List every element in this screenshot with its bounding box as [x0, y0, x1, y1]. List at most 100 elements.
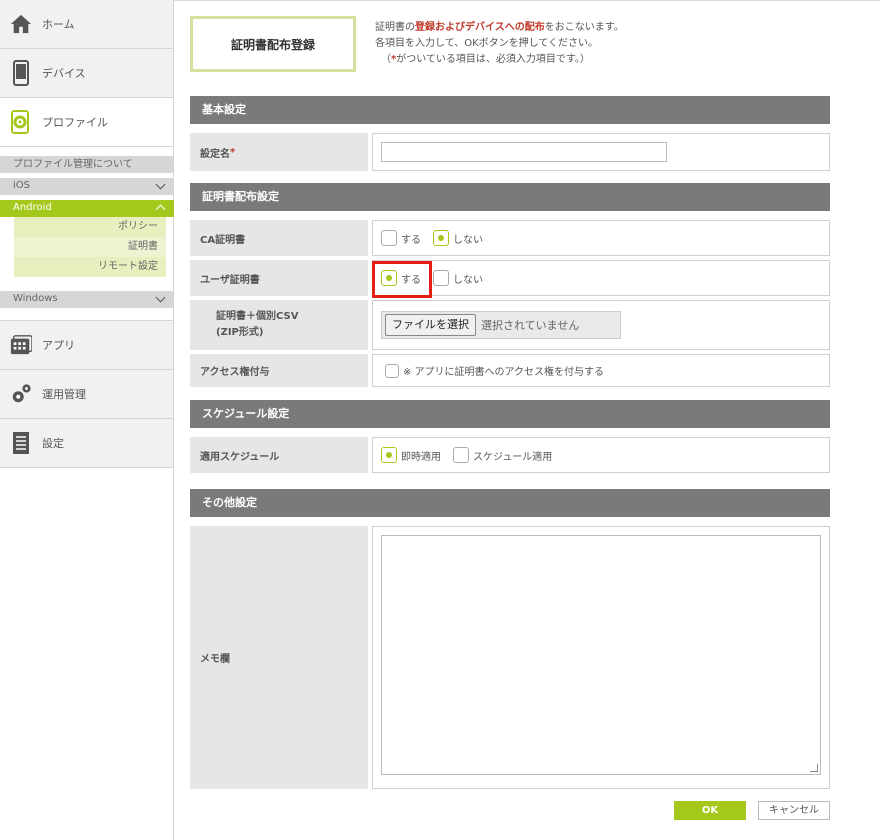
memo-label: メモ欄: [190, 526, 368, 789]
choose-file-button[interactable]: ファイルを選択: [385, 314, 476, 336]
resize-handle-icon[interactable]: [810, 764, 818, 772]
memo-textarea[interactable]: [381, 535, 821, 775]
sidebar-item-policy[interactable]: ポリシー: [14, 217, 166, 237]
radio-unchecked[interactable]: [433, 270, 449, 286]
row-access: アクセス権付与 ※ アプリに証明書へのアクセス権を付与する: [190, 354, 830, 387]
access-cell: ※ アプリに証明書へのアクセス権を付与する: [372, 354, 830, 387]
row-csv: 証明書＋個別CSV (ZIP形式) ファイルを選択 選択されていません: [190, 300, 830, 350]
nav-settings-label: 設定: [42, 437, 64, 450]
radio-checked[interactable]: [381, 447, 397, 463]
user-cert-no-label: しない: [453, 274, 483, 286]
section-other: その他設定: [190, 489, 830, 517]
file-picker[interactable]: ファイルを選択 選択されていません: [381, 311, 621, 339]
user-cert-label: ユーザ証明書: [190, 260, 368, 296]
nav-apps[interactable]: アプリ: [0, 321, 173, 370]
desc-post: をおこないます。: [544, 22, 624, 33]
setting-name-label: 設定名 *: [190, 133, 368, 171]
desc-line-3: （*がついている項目は、必須入力項目です。）: [375, 52, 624, 68]
desc-paren-open: （: [381, 54, 391, 65]
page-title: 証明書配布登録: [190, 16, 356, 72]
user-cert-no-option[interactable]: しない: [433, 270, 483, 286]
nav-profile-label: プロファイル: [42, 116, 108, 129]
sidebar-item-remote-settings[interactable]: リモート設定: [14, 257, 166, 277]
profile-gear-icon: [10, 109, 32, 135]
gears-icon: [10, 381, 32, 407]
home-icon: [10, 11, 32, 37]
setting-name-cell: [372, 133, 830, 171]
nav-operations[interactable]: 運用管理: [0, 370, 173, 419]
row-ca-cert: CA証明書 する しない: [190, 220, 830, 256]
desc-line-1: 証明書の登録およびデバイスへの配布をおこないます。: [375, 20, 624, 36]
csv-label-line1: 証明書＋個別CSV: [216, 311, 299, 322]
android-label: Android: [13, 202, 52, 213]
document-icon: [10, 430, 32, 456]
sidebar-item-android[interactable]: Android: [0, 200, 174, 217]
section-schedule: スケジュール設定: [190, 400, 830, 428]
ca-cert-yes-option[interactable]: する: [381, 230, 421, 246]
spacer: [0, 308, 173, 321]
schedule-later-label: スケジュール適用: [473, 451, 553, 463]
access-label: アクセス権付与: [190, 354, 368, 387]
row-setting-name: 設定名 *: [190, 133, 830, 171]
apps-icon: [10, 332, 32, 358]
schedule-cell: 即時適用 スケジュール適用: [372, 437, 830, 473]
nav-apps-label: アプリ: [42, 339, 75, 352]
schedule-now-label: 即時適用: [401, 451, 441, 463]
nav-settings[interactable]: 設定: [0, 419, 173, 468]
ok-button[interactable]: OK: [674, 801, 746, 820]
desc-line-2: 各項目を入力して、OKボタンを押してください。: [375, 38, 599, 49]
setting-name-text: 設定名: [200, 148, 230, 160]
nav-home-label: ホーム: [42, 18, 75, 31]
ca-cert-yes-label: する: [401, 234, 421, 246]
nav-operations-label: 運用管理: [42, 388, 86, 401]
radio-unchecked[interactable]: [453, 447, 469, 463]
memo-cell: [372, 526, 830, 789]
smartphone-icon: [10, 60, 32, 86]
chevron-down-icon: [155, 292, 166, 303]
csv-label-line2: (ZIP形式): [216, 327, 264, 338]
nav-home[interactable]: ホーム: [0, 0, 173, 49]
radio-unchecked[interactable]: [381, 230, 397, 246]
setting-name-input[interactable]: [381, 142, 667, 162]
desc-note: がついている項目は、必須入力項目です。）: [396, 54, 590, 65]
windows-label: Windows: [13, 293, 58, 304]
sidebar-item-windows[interactable]: Windows: [0, 291, 174, 308]
sidebar: ホーム デバイス プロファイル プロファイル管理について iOS Android…: [0, 0, 174, 840]
csv-label: 証明書＋個別CSV (ZIP形式): [190, 300, 368, 350]
section-cert: 証明書配布設定: [190, 183, 830, 211]
ca-cert-cell: する しない: [372, 220, 830, 256]
file-status: 選択されていません: [481, 319, 580, 332]
nav-device[interactable]: デバイス: [0, 49, 173, 98]
chevron-down-icon: [155, 179, 166, 190]
highlight-box: [372, 261, 432, 298]
cancel-button[interactable]: キャンセル: [758, 801, 830, 820]
row-memo: メモ欄: [190, 526, 830, 789]
sidebar-item-ios[interactable]: iOS: [0, 178, 174, 195]
chevron-up-icon: [155, 204, 166, 215]
row-schedule: 適用スケジュール 即時適用 スケジュール適用: [190, 437, 830, 473]
desc-emphasis: 登録およびデバイスへの配布: [415, 22, 545, 33]
required-mark: *: [230, 146, 236, 158]
main-content: 証明書配布登録 証明書の登録およびデバイスへの配布をおこないます。 各項目を入力…: [174, 0, 880, 840]
ios-label: iOS: [13, 180, 30, 191]
access-checkbox-label: ※ アプリに証明書へのアクセス権を付与する: [403, 367, 605, 378]
schedule-now-option[interactable]: 即時適用: [381, 447, 441, 463]
sidebar-item-certificate[interactable]: 証明書: [14, 237, 166, 257]
row-user-cert: ユーザ証明書 する しない: [190, 260, 830, 296]
radio-checked[interactable]: [433, 230, 449, 246]
section-basic: 基本設定: [190, 96, 830, 124]
ca-cert-no-label: しない: [453, 234, 483, 246]
nav-profile[interactable]: プロファイル: [0, 98, 173, 147]
desc-pre: 証明書の: [375, 22, 415, 33]
schedule-later-option[interactable]: スケジュール適用: [453, 447, 552, 463]
ca-cert-no-option[interactable]: しない: [433, 230, 483, 246]
page-description: 証明書の登録およびデバイスへの配布をおこないます。 各項目を入力して、OKボタン…: [375, 20, 624, 68]
checkbox-unchecked[interactable]: [385, 363, 399, 378]
nav-device-label: デバイス: [42, 67, 86, 80]
access-checkbox-option[interactable]: ※ アプリに証明書へのアクセス権を付与する: [385, 363, 604, 378]
sidebar-item-profile-about[interactable]: プロファイル管理について: [0, 156, 174, 173]
user-cert-cell: する しない: [372, 260, 830, 296]
schedule-label: 適用スケジュール: [190, 437, 368, 473]
